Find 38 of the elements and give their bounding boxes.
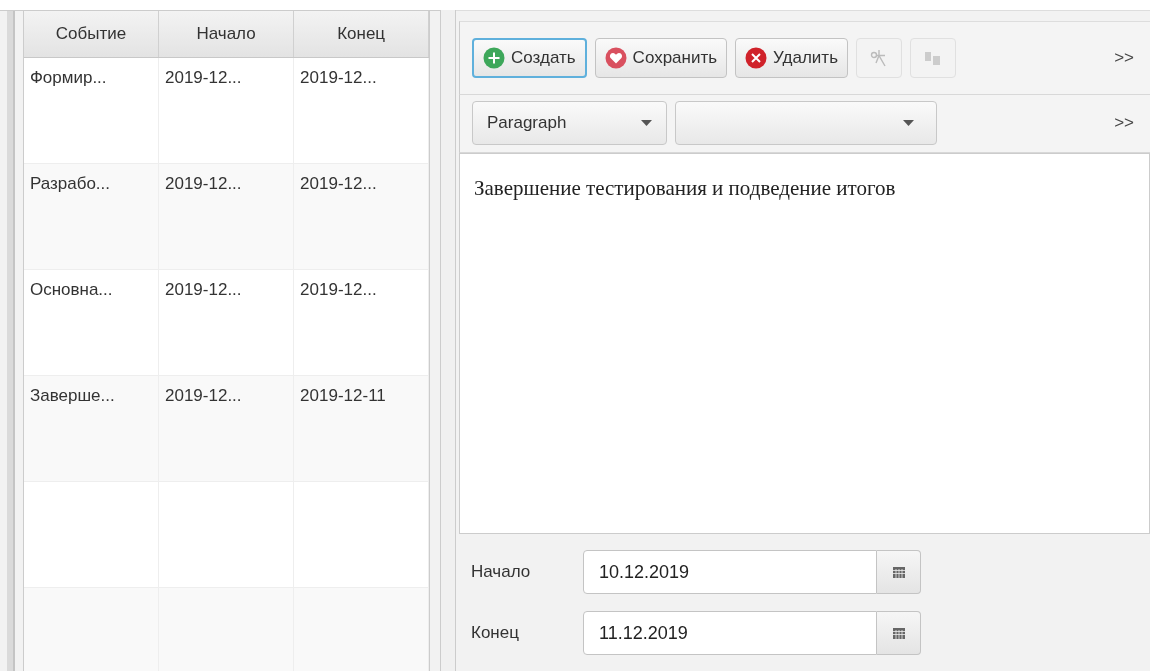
create-button[interactable]: Создать (472, 38, 587, 79)
copy-icon (924, 50, 942, 67)
field-label: Начало (471, 562, 532, 582)
table-cell: 2019-12-11 (300, 386, 386, 405)
close-icon (745, 47, 768, 70)
text-editor[interactable]: Завершение тестирования и подведение итогов (459, 152, 1150, 534)
table-cell: 2019-12... (165, 386, 242, 405)
date-field[interactable]: 11.12.2019 (583, 611, 877, 655)
table-cell: 2019-12... (165, 174, 242, 193)
dropdown-arrow-icon (641, 120, 652, 127)
calendar-icon (892, 627, 905, 639)
table-cell: 2019-12... (165, 68, 242, 87)
calendar-button[interactable] (877, 550, 921, 594)
table-cell: Основна... (29, 280, 113, 299)
scissors-icon (870, 48, 888, 69)
table-cell: 2019-12... (165, 280, 242, 299)
calendar-icon (892, 566, 905, 578)
overflow-button[interactable]: >> (1110, 48, 1138, 69)
delete-button[interactable]: Удалить (735, 38, 848, 79)
field-label: Конец (471, 623, 520, 643)
table-cell: Формир... (29, 68, 107, 87)
table-cell: Разрабо... (29, 174, 110, 193)
font-dropdown[interactable] (675, 101, 937, 146)
table-cell: 2019-12... (300, 174, 377, 193)
date-field[interactable]: 10.12.2019 (583, 550, 877, 594)
save-button[interactable]: Сохранить (594, 38, 728, 79)
paragraph-dropdown[interactable]: Paragraph (472, 101, 667, 146)
table-cell: 2019-12... (300, 280, 377, 299)
dropdown-arrow-icon (903, 120, 914, 127)
table-cell: Заверше... (29, 386, 115, 405)
column-header[interactable]: Событие (23, 11, 159, 57)
table-cell: 2019-12... (300, 68, 377, 87)
column-header[interactable]: Начало (159, 11, 295, 57)
column-header[interactable]: Конец (294, 11, 430, 57)
plus-icon (483, 47, 505, 70)
editor-text: Завершение тестирования и подведение итогов (474, 175, 897, 201)
calendar-button[interactable] (877, 611, 921, 655)
overflow-button[interactable]: >> (1110, 113, 1138, 134)
